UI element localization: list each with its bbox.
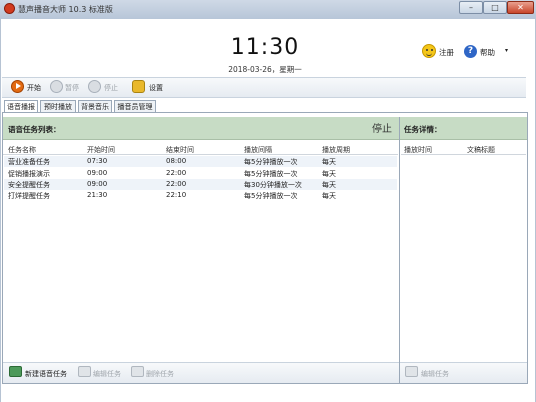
close-button[interactable]: ✕ (507, 1, 534, 14)
cell-start-time: 09:00 (87, 169, 108, 177)
cell-cycle: 每天 (322, 170, 336, 178)
minimize-button[interactable]: – (459, 1, 483, 14)
column-header-cycle[interactable]: 播放周期 (322, 145, 350, 155)
app-logo-icon (4, 3, 15, 14)
cell-interval: 每5分钟播放一次 (244, 158, 298, 166)
edit-icon[interactable] (78, 366, 91, 377)
column-header-start-time[interactable]: 开始时间 (87, 145, 115, 155)
cell-start-time: 21:30 (87, 191, 108, 199)
delete-icon[interactable] (131, 366, 144, 377)
panel-divider[interactable] (399, 117, 400, 383)
cell-task-name: 营业准备任务 (8, 158, 50, 166)
task-detail-title: 任务详情： (404, 125, 442, 134)
column-header-play-time[interactable]: 播放时间 (404, 145, 432, 155)
edit-doc-button[interactable]: 编辑任务 (421, 369, 449, 379)
cell-cycle: 每天 (322, 181, 336, 189)
table-row[interactable]: 促销播报演示 09:00 22:00 每5分钟播放一次 每天 (4, 168, 397, 179)
play-icon[interactable] (11, 80, 24, 93)
task-list-title: 语音任务列表： (8, 125, 61, 134)
tab-timed-play[interactable]: 预时播放 (40, 100, 76, 112)
cell-interval: 每5分钟播放一次 (244, 170, 298, 178)
stop-icon[interactable] (88, 80, 101, 93)
detail-action-bar (400, 362, 527, 383)
delete-task-button[interactable]: 删除任务 (146, 369, 174, 379)
register-link[interactable]: 注册 (439, 47, 454, 58)
settings-icon[interactable] (132, 80, 145, 93)
column-header-task-name[interactable]: 任务名称 (8, 145, 36, 155)
smiley-icon[interactable] (422, 44, 436, 58)
cell-task-name: 促销播报演示 (8, 170, 50, 178)
status-indicator: 停止 (372, 124, 392, 135)
cell-end-time: 22:10 (166, 191, 187, 199)
chevron-down-icon[interactable]: ▾ (505, 47, 508, 54)
new-task-icon[interactable] (9, 366, 22, 377)
cell-interval: 每5分钟播放一次 (244, 192, 298, 200)
new-voice-task-button[interactable]: 新建语音任务 (25, 369, 67, 379)
clock-time: 11:30 (230, 35, 300, 60)
cell-cycle: 每天 (322, 192, 336, 200)
start-button[interactable]: 开始 (27, 83, 41, 93)
cell-start-time: 07:30 (87, 157, 108, 165)
cell-end-time: 22:00 (166, 169, 187, 177)
edit-doc-icon[interactable] (405, 366, 418, 377)
stop-button[interactable]: 停止 (104, 83, 118, 93)
clock-date: 2018-03-26，星期一 (228, 65, 302, 74)
cell-interval: 每30分钟播放一次 (244, 181, 302, 189)
help-icon[interactable]: ? (464, 45, 477, 58)
column-header-end-time[interactable]: 结束时间 (166, 145, 194, 155)
edit-task-button[interactable]: 编辑任务 (93, 369, 121, 379)
pause-icon[interactable] (50, 80, 63, 93)
tab-background-music[interactable]: 背景音乐 (78, 100, 112, 112)
toolbar (2, 77, 526, 98)
window-title: 慧声播音大师 10.3 标准版 (18, 5, 113, 14)
column-header-interval[interactable]: 播放间隔 (244, 145, 272, 155)
table-row[interactable]: 打烊提醒任务 21:30 22:10 每5分钟播放一次 每天 (4, 190, 397, 201)
help-link[interactable]: 帮助 (480, 47, 495, 58)
cell-end-time: 22:00 (166, 180, 187, 188)
cell-cycle: 每天 (322, 158, 336, 166)
pause-button[interactable]: 暂停 (65, 83, 79, 93)
table-row[interactable]: 营业准备任务 07:30 08:00 每5分钟播放一次 每天 (4, 156, 397, 167)
cell-end-time: 08:00 (166, 157, 187, 165)
cell-task-name: 打烊提醒任务 (8, 192, 50, 200)
column-header-doc-title[interactable]: 文稿标题 (467, 145, 495, 155)
table-row[interactable]: 安全提醒任务 09:00 22:00 每30分钟播放一次 每天 (4, 179, 397, 190)
maximize-button[interactable]: □ (483, 1, 507, 14)
cell-task-name: 安全提醒任务 (8, 181, 50, 189)
task-list-header (3, 117, 399, 140)
tab-broadcaster-management[interactable]: 播音员管理 (114, 100, 156, 112)
cell-start-time: 09:00 (87, 180, 108, 188)
settings-button[interactable]: 设置 (149, 83, 163, 93)
